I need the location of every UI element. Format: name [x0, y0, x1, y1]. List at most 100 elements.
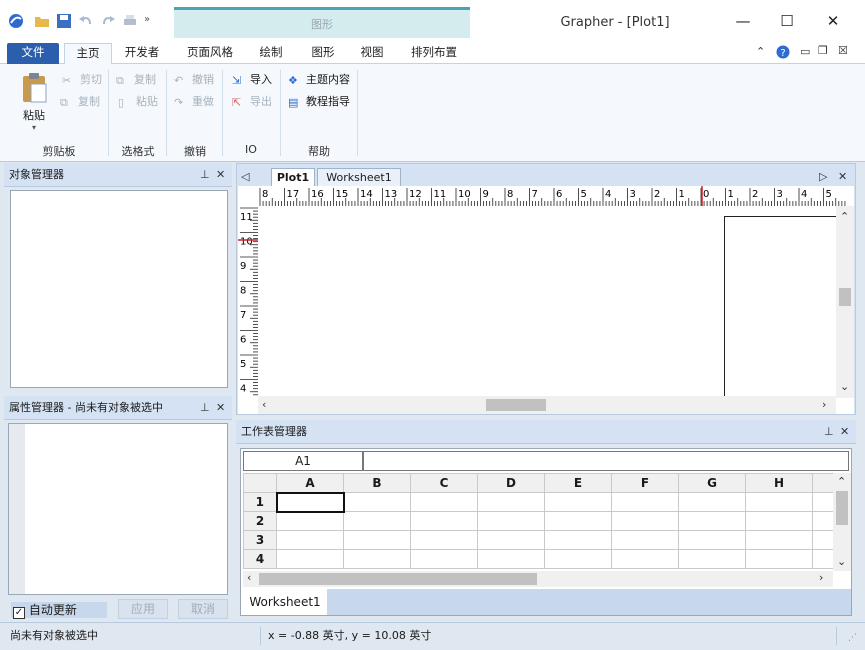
resize-grip-icon[interactable]: ⋰ — [848, 633, 857, 643]
vertical-scrollbar[interactable]: ⌃ ⌄ — [836, 206, 854, 398]
column-header[interactable] — [812, 473, 835, 493]
grid-cell[interactable] — [812, 511, 835, 531]
property-grid[interactable] — [8, 423, 228, 595]
grid-cell[interactable] — [812, 492, 835, 512]
auto-update-checkbox[interactable]: ✓ 自动更新 — [11, 602, 107, 619]
tab-graph[interactable]: 图形 — [306, 43, 340, 64]
grid-cell[interactable] — [544, 492, 612, 512]
mdi-minimize-icon[interactable]: ▭ — [800, 45, 810, 58]
grid-cell[interactable] — [343, 549, 411, 569]
tab-draw[interactable]: 绘制 — [254, 43, 288, 64]
import-button[interactable]: ⇲ 导入 — [232, 72, 272, 90]
formula-bar[interactable] — [363, 451, 849, 471]
grid-cell[interactable] — [812, 549, 835, 569]
grid-cell[interactable] — [678, 549, 746, 569]
grid-cell-active[interactable] — [275, 491, 345, 513]
grid-cell[interactable] — [678, 492, 746, 512]
column-header[interactable]: D — [477, 473, 545, 493]
doc-tab-plot1[interactable]: Plot1 — [271, 168, 315, 188]
grid-cell[interactable] — [410, 530, 478, 550]
tab-arrange[interactable]: 排列布置 — [406, 43, 462, 64]
scroll-right-icon[interactable]: › — [822, 398, 826, 411]
row-header[interactable]: 3 — [243, 530, 277, 550]
maximize-button[interactable]: ☐ — [772, 8, 802, 34]
tab-file[interactable]: 文件 — [7, 43, 59, 64]
sheet-tab-worksheet1[interactable]: Worksheet1 — [243, 589, 327, 615]
grid-cell[interactable] — [276, 530, 344, 550]
grid-cell[interactable] — [812, 530, 835, 550]
grid-cell[interactable] — [745, 530, 813, 550]
tab-scroll-left-icon[interactable]: ◁ — [241, 170, 249, 183]
scroll-thumb[interactable] — [259, 573, 537, 585]
row-header[interactable]: 4 — [243, 549, 277, 569]
grid-cell[interactable] — [410, 549, 478, 569]
grid-horizontal-scrollbar[interactable]: ‹ › — [243, 571, 833, 587]
scroll-up-icon[interactable]: ⌃ — [840, 210, 849, 223]
scroll-left-icon[interactable]: ‹ — [247, 571, 251, 584]
tab-view[interactable]: 视图 — [355, 43, 389, 64]
mdi-restore-icon[interactable]: ❐ — [818, 44, 828, 57]
grid-cell[interactable] — [477, 549, 545, 569]
scroll-down-icon[interactable]: ⌄ — [837, 555, 846, 568]
help-topics-button[interactable]: ❖ 主题内容 — [288, 72, 350, 90]
scroll-up-icon[interactable]: ⌃ — [837, 475, 846, 488]
grid-cell[interactable] — [678, 511, 746, 531]
horizontal-scrollbar[interactable]: ‹ › — [258, 396, 836, 414]
close-doc-icon[interactable]: ✕ — [838, 170, 847, 183]
help-icon[interactable]: ? — [776, 45, 790, 59]
tab-developer[interactable]: 开发者 — [120, 43, 164, 64]
grid-cell[interactable] — [410, 492, 478, 512]
collapse-ribbon-icon[interactable]: ⌃ — [756, 45, 765, 58]
tab-home[interactable]: 主页 — [64, 43, 112, 64]
grid-cell[interactable] — [678, 530, 746, 550]
apply-button[interactable]: 应用 — [118, 599, 168, 619]
grid-cell[interactable] — [544, 549, 612, 569]
pin-icon[interactable]: ⊥ — [200, 163, 210, 187]
grid-cell[interactable] — [276, 511, 344, 531]
paste-button[interactable]: 粘贴 ▾ — [16, 72, 52, 134]
grid-cell[interactable] — [745, 549, 813, 569]
column-header[interactable]: H — [745, 473, 813, 493]
grid-cell[interactable] — [745, 511, 813, 531]
export-button[interactable]: ⇱ 导出 — [232, 94, 272, 112]
grid-cell[interactable] — [544, 511, 612, 531]
column-header[interactable]: F — [611, 473, 679, 493]
paste-dropdown-icon[interactable]: ▾ — [16, 123, 52, 132]
close-icon[interactable]: ✕ — [216, 396, 225, 420]
row-header[interactable]: 2 — [243, 511, 277, 531]
doc-tab-worksheet1[interactable]: Worksheet1 — [317, 168, 401, 188]
grid-cell[interactable] — [611, 549, 679, 569]
grid-cell[interactable] — [343, 492, 411, 512]
grid-cell[interactable] — [745, 492, 813, 512]
copy-button[interactable]: ⧉ 复制 — [60, 94, 100, 112]
cell-reference[interactable]: A1 — [243, 451, 363, 471]
close-icon[interactable]: ✕ — [840, 420, 849, 444]
grid-cell[interactable] — [477, 511, 545, 531]
row-header[interactable]: 1 — [243, 492, 277, 512]
pin-icon[interactable]: ⊥ — [200, 396, 210, 420]
grid-cell[interactable] — [611, 530, 679, 550]
redo-button[interactable]: ↷ 重做 — [174, 94, 214, 112]
tab-page-style[interactable]: 页面风格 — [184, 43, 236, 64]
grid-cell[interactable] — [611, 511, 679, 531]
column-header[interactable]: C — [410, 473, 478, 493]
scroll-thumb[interactable] — [836, 491, 848, 525]
object-tree[interactable] — [10, 190, 228, 388]
grid-cell[interactable] — [611, 492, 679, 512]
grid-cell[interactable] — [477, 530, 545, 550]
grid-cell[interactable] — [477, 492, 545, 512]
close-button[interactable]: ✕ — [818, 8, 848, 34]
format-copy-button[interactable]: ⧉ 复制 — [116, 72, 156, 90]
pin-icon[interactable]: ⊥ — [824, 420, 834, 444]
scroll-right-icon[interactable]: › — [819, 571, 823, 584]
grid-corner[interactable] — [243, 473, 277, 493]
mdi-close-icon[interactable]: ☒ — [838, 44, 848, 57]
tab-scroll-right-icon[interactable]: ▷ — [819, 170, 827, 183]
scroll-left-icon[interactable]: ‹ — [262, 398, 266, 411]
column-header[interactable]: E — [544, 473, 612, 493]
format-paste-button[interactable]: ▯ 粘贴 — [118, 94, 158, 112]
scroll-down-icon[interactable]: ⌄ — [840, 380, 849, 393]
grid-cell[interactable] — [343, 511, 411, 531]
close-icon[interactable]: ✕ — [216, 163, 225, 187]
grid-cell[interactable] — [276, 549, 344, 569]
